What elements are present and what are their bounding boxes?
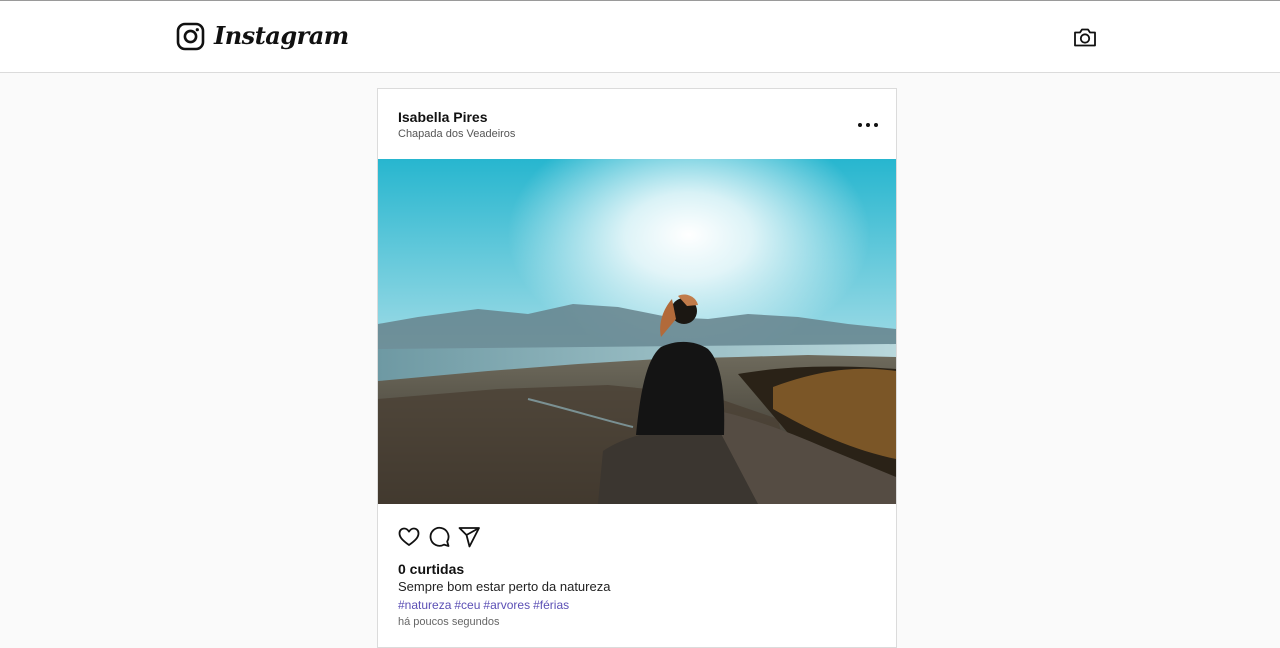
hashtag-link[interactable]: #arvores xyxy=(483,598,530,612)
more-options-icon-dot xyxy=(866,123,870,127)
share-icon xyxy=(458,527,480,548)
hashtag-link[interactable]: #férias xyxy=(533,598,569,612)
post-caption: Sempre bom estar perto da natureza xyxy=(398,579,611,594)
more-options-icon-dot xyxy=(874,123,878,127)
post-timestamp: há poucos segundos xyxy=(398,616,500,628)
heart-icon xyxy=(398,527,420,546)
brand-wordmark: Instagram xyxy=(214,20,349,50)
comment-button[interactable] xyxy=(428,526,450,548)
hashtag-link[interactable]: #natureza xyxy=(398,598,451,612)
post-hashtags: #natureza #ceu #arvores #férias xyxy=(398,598,572,612)
post-location[interactable]: Chapada dos Veadeiros xyxy=(398,128,515,140)
post-actions xyxy=(398,526,480,550)
hashtag-link[interactable]: #ceu xyxy=(454,598,480,612)
post-card: Isabella Pires Chapada dos Veadeiros 0 c… xyxy=(377,88,897,648)
instagram-logo-icon xyxy=(176,22,205,50)
top-header: Instagram xyxy=(0,0,1280,73)
comment-icon xyxy=(429,526,450,547)
more-options-icon xyxy=(858,123,862,127)
share-button[interactable] xyxy=(458,526,480,548)
like-button[interactable] xyxy=(398,526,420,548)
camera-button[interactable] xyxy=(1072,25,1098,49)
more-options-button[interactable] xyxy=(856,117,880,133)
camera-icon xyxy=(1074,28,1096,47)
likes-count: 0 curtidas xyxy=(398,561,465,577)
post-photo[interactable] xyxy=(378,159,896,504)
post-header: Isabella Pires Chapada dos Veadeiros xyxy=(378,89,896,159)
brand-home-link[interactable]: Instagram xyxy=(176,19,349,53)
post-username[interactable]: Isabella Pires xyxy=(398,109,488,125)
